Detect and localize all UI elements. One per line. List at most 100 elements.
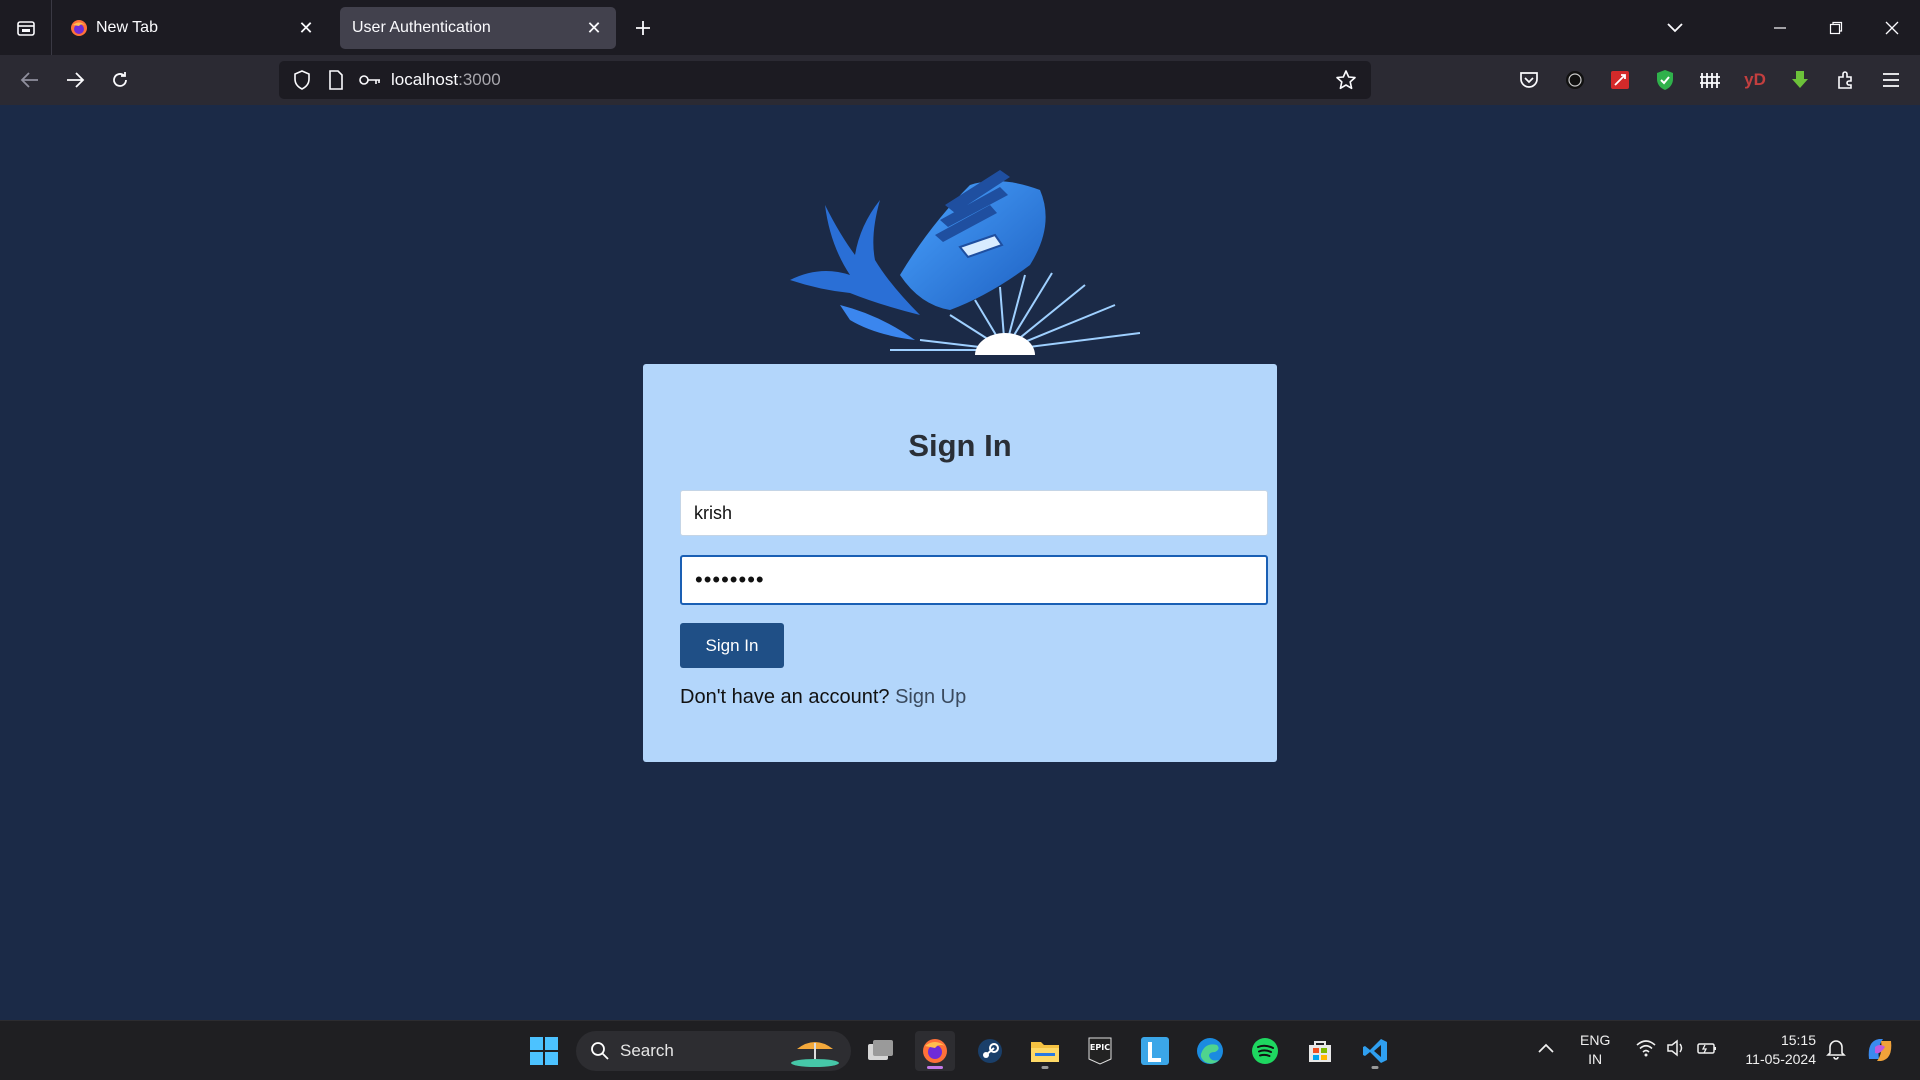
extension-button[interactable] bbox=[1560, 65, 1590, 95]
sign-in-button[interactable]: Sign In bbox=[680, 623, 784, 668]
taskbar-edge[interactable] bbox=[1190, 1031, 1230, 1071]
taskbar: Search EPIC ENG IN 15:15 11-05-2024 bbox=[0, 1020, 1920, 1080]
extension-button[interactable] bbox=[1695, 65, 1725, 95]
start-button[interactable] bbox=[524, 1031, 564, 1071]
arrow-left-icon bbox=[20, 72, 38, 88]
tab-new-tab[interactable]: New Tab ✕ bbox=[58, 7, 328, 49]
list-all-tabs-button[interactable] bbox=[1658, 14, 1692, 42]
adblock-extension-button[interactable] bbox=[1650, 65, 1680, 95]
volume-icon bbox=[1667, 1039, 1683, 1057]
restore-icon bbox=[1829, 21, 1843, 34]
url-text[interactable]: localhost:3000 bbox=[391, 70, 501, 90]
tab-title: User Authentication bbox=[352, 19, 491, 36]
steam-icon bbox=[978, 1039, 1002, 1063]
firefox-icon bbox=[71, 20, 87, 36]
yd-extension-icon: yD bbox=[1744, 70, 1766, 89]
clock[interactable]: 15:15 11-05-2024 bbox=[1734, 1031, 1816, 1069]
language-indicator[interactable]: ENG IN bbox=[1580, 1031, 1610, 1069]
green-shield-icon bbox=[1657, 70, 1673, 90]
bell-icon bbox=[1826, 1040, 1846, 1060]
active-indicator bbox=[927, 1066, 943, 1069]
page-content: Sign In krish •••••••• Sign In Don't hav… bbox=[0, 105, 1920, 1020]
forward-button[interactable] bbox=[59, 64, 91, 96]
taskbar-vscode[interactable] bbox=[1355, 1031, 1395, 1071]
new-tab-button[interactable] bbox=[628, 13, 658, 43]
spotify-icon bbox=[1252, 1038, 1278, 1064]
signup-prompt: Don't have an account? bbox=[680, 686, 890, 708]
tab-strip: New Tab ✕ User Authentication ✕ bbox=[0, 0, 1920, 55]
chevron-down-icon bbox=[1667, 23, 1683, 33]
taskbar-epic-games[interactable]: EPIC bbox=[1080, 1031, 1120, 1071]
signup-row: Don't have an account? Sign Up bbox=[680, 686, 966, 709]
pocket-icon bbox=[1520, 72, 1538, 88]
system-tray-quick-settings[interactable] bbox=[1636, 1039, 1718, 1057]
task-view-button[interactable] bbox=[860, 1031, 900, 1071]
pocket-button[interactable] bbox=[1514, 65, 1544, 95]
taskbar-microsoft-store[interactable] bbox=[1300, 1031, 1340, 1071]
page-title: Sign In bbox=[908, 428, 1012, 463]
clock-date: 11-05-2024 bbox=[1745, 1051, 1816, 1067]
taskbar-search[interactable]: Search bbox=[576, 1031, 851, 1071]
page-icon[interactable] bbox=[319, 61, 353, 99]
sign-in-card: Sign In krish •••••••• Sign In Don't hav… bbox=[643, 364, 1277, 762]
shield-icon[interactable] bbox=[285, 61, 319, 99]
sign-up-link[interactable]: Sign Up bbox=[895, 686, 966, 708]
vscode-icon bbox=[1363, 1039, 1387, 1063]
taskbar-spotify[interactable] bbox=[1245, 1031, 1285, 1071]
username-input[interactable]: krish bbox=[680, 490, 1268, 536]
extensions-button[interactable] bbox=[1831, 65, 1861, 95]
url-bar[interactable]: localhost:3000 bbox=[279, 61, 1371, 99]
l-app-icon bbox=[1141, 1037, 1169, 1065]
battery-icon bbox=[1697, 1043, 1716, 1054]
close-tab-icon[interactable]: ✕ bbox=[296, 18, 316, 38]
windows-icon bbox=[530, 1037, 558, 1065]
tab-user-authentication[interactable]: User Authentication ✕ bbox=[340, 7, 616, 49]
svg-text:EPIC: EPIC bbox=[1090, 1043, 1110, 1052]
region-code: IN bbox=[1588, 1051, 1603, 1067]
beach-umbrella-icon bbox=[791, 1042, 839, 1067]
open-indicator bbox=[1041, 1066, 1049, 1069]
red-extension-icon bbox=[1611, 71, 1629, 89]
mask-extension-icon bbox=[1566, 71, 1584, 89]
minimize-button[interactable] bbox=[1752, 0, 1808, 55]
firefox-icon bbox=[923, 1039, 947, 1063]
store-icon bbox=[1309, 1041, 1331, 1062]
chevron-up-icon bbox=[1538, 1043, 1554, 1053]
open-indicator bbox=[1371, 1066, 1379, 1069]
folder-icon bbox=[1031, 1042, 1059, 1062]
taskbar-firefox[interactable] bbox=[915, 1031, 955, 1071]
app-menu-button[interactable] bbox=[1876, 65, 1906, 95]
star-icon bbox=[1336, 70, 1356, 90]
close-window-button[interactable] bbox=[1864, 0, 1920, 55]
password-input[interactable]: •••••••• bbox=[680, 555, 1268, 605]
restore-button[interactable] bbox=[1808, 0, 1864, 55]
task-view-icon bbox=[868, 1040, 893, 1060]
plus-icon bbox=[636, 21, 650, 35]
key-icon[interactable] bbox=[353, 61, 387, 99]
close-tab-icon[interactable]: ✕ bbox=[584, 18, 604, 38]
firefox-view-icon bbox=[16, 20, 35, 36]
wifi-icon bbox=[1636, 1040, 1656, 1057]
clock-time: 15:15 bbox=[1780, 1032, 1816, 1048]
epic-games-icon: EPIC bbox=[1088, 1037, 1112, 1065]
extension-button[interactable]: yD bbox=[1740, 65, 1770, 95]
download-extension-button[interactable] bbox=[1785, 65, 1815, 95]
close-icon bbox=[1885, 21, 1899, 34]
bookmark-star-button[interactable] bbox=[1331, 65, 1361, 95]
firefox-view-button[interactable] bbox=[0, 0, 52, 55]
extension-button[interactable] bbox=[1605, 65, 1635, 95]
notifications-button[interactable] bbox=[1826, 1038, 1846, 1065]
back-button[interactable] bbox=[14, 64, 46, 96]
show-hidden-icons-button[interactable] bbox=[1538, 1039, 1554, 1058]
copilot-button[interactable] bbox=[1863, 1033, 1897, 1072]
minimize-icon bbox=[1774, 26, 1786, 29]
taskbar-file-explorer[interactable] bbox=[1025, 1031, 1065, 1071]
arrow-right-icon bbox=[67, 72, 85, 88]
fence-icon bbox=[1700, 73, 1720, 88]
taskbar-l-app[interactable] bbox=[1135, 1031, 1175, 1071]
taskbar-steam[interactable] bbox=[970, 1031, 1010, 1071]
reload-icon bbox=[113, 72, 127, 87]
window-controls bbox=[1752, 0, 1920, 55]
reload-button[interactable] bbox=[104, 64, 136, 96]
navigation-toolbar: localhost:3000 yD bbox=[0, 55, 1920, 105]
